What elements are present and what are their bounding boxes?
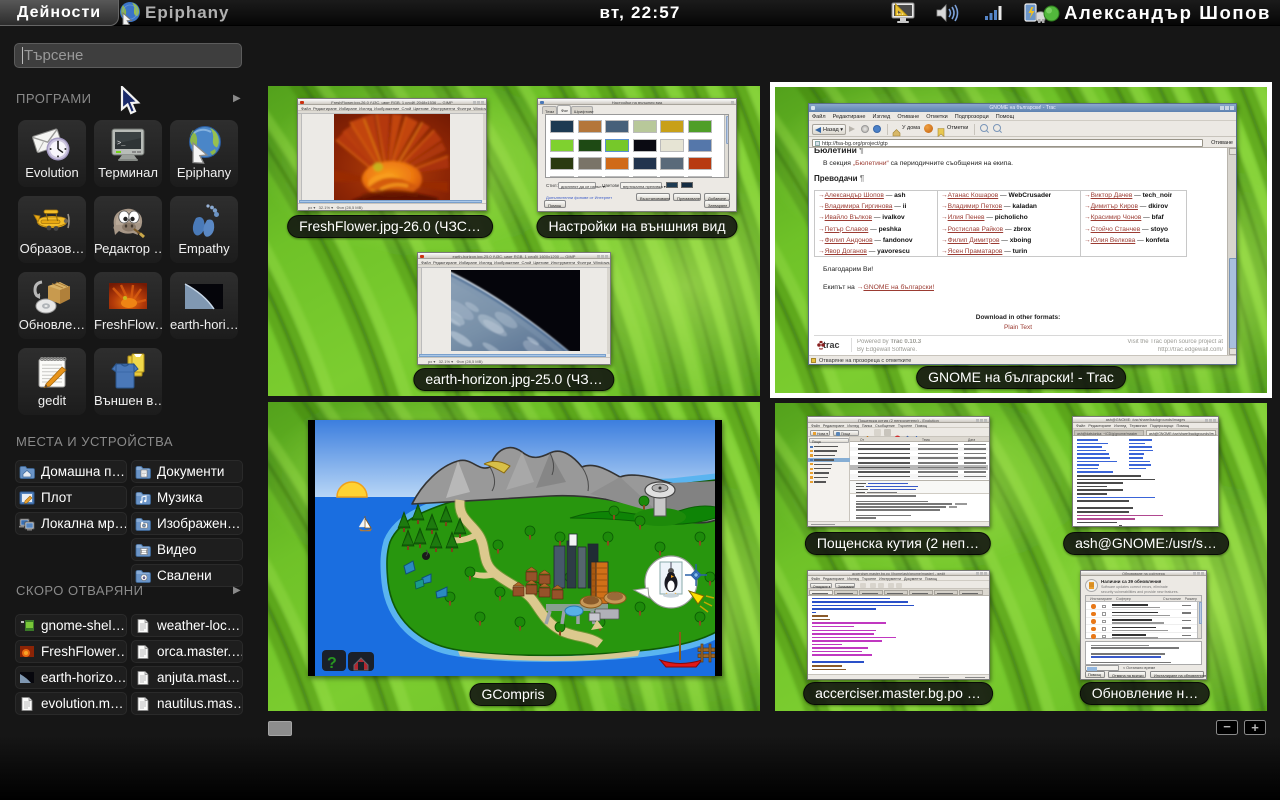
svg-text:?: ?	[327, 655, 337, 672]
svg-text:>_: >_	[117, 140, 126, 148]
svg-text:trac: trac	[823, 340, 840, 350]
